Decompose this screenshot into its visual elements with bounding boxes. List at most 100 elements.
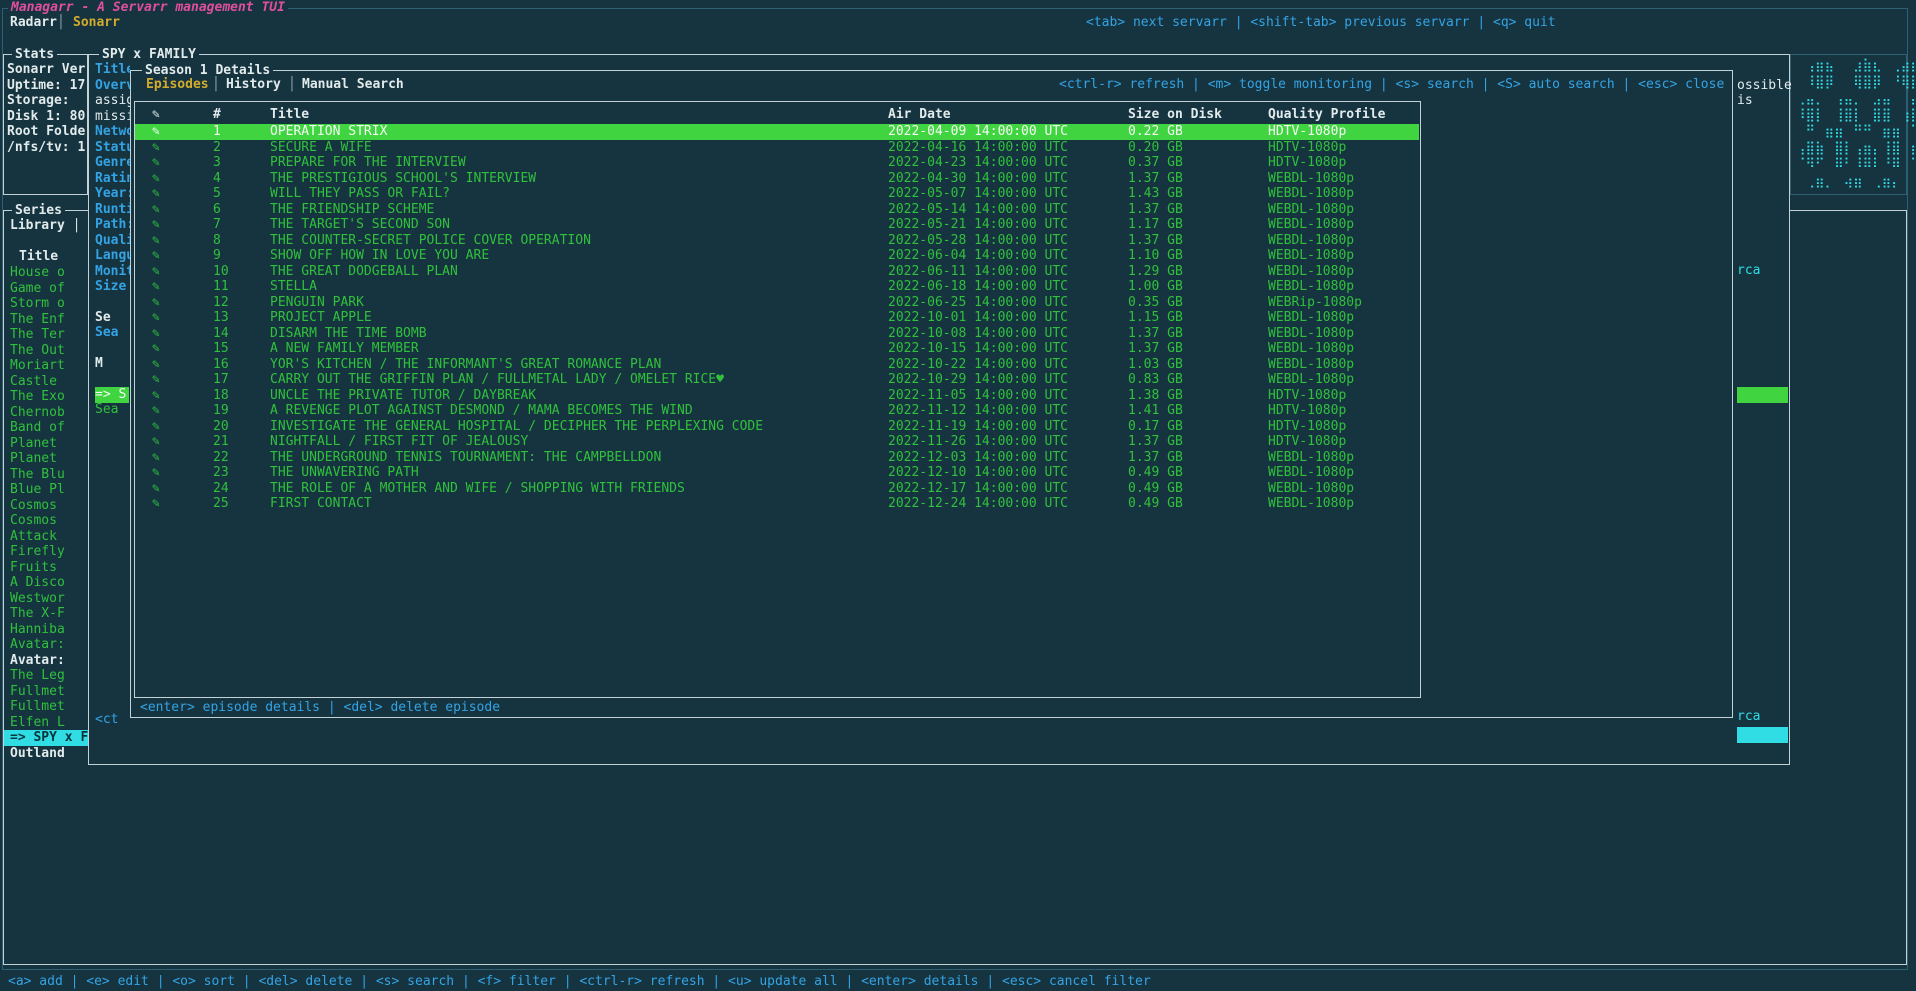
- stat-line: Storage:: [7, 93, 86, 109]
- episode-row[interactable]: ✎ 4 THE PRESTIGIOUS SCHOOL'S INTERVIEW 2…: [135, 171, 1419, 187]
- field-value-fragment-low: rca: [1737, 709, 1760, 725]
- episode-title: UNCLE THE PRIVATE TUTOR / DAYBREAK: [270, 388, 536, 404]
- episode-row[interactable]: ✎ 20 INVESTIGATE THE GENERAL HOSPITAL / …: [135, 419, 1419, 435]
- series-list-item[interactable]: Band of: [4, 420, 88, 436]
- episode-row[interactable]: ✎ 14 DISARM THE TIME BOMB 2022-10-08 14:…: [135, 326, 1419, 342]
- overview-text-fragment-1: ossible: [1737, 78, 1792, 94]
- episode-row[interactable]: ✎ 15 A NEW FAMILY MEMBER 2022-10-15 14:0…: [135, 341, 1419, 357]
- episode-row[interactable]: ✎ 6 THE FRIENDSHIP SCHEME 2022-05-14 14:…: [135, 202, 1419, 218]
- series-list-item[interactable]: Planet: [4, 451, 88, 467]
- series-list-item[interactable]: Fruits: [4, 560, 88, 576]
- episode-row[interactable]: ✎ 19 A REVENGE PLOT AGAINST DESMOND / MA…: [135, 403, 1419, 419]
- series-list-item[interactable]: Game of: [4, 281, 88, 297]
- episode-row[interactable]: ✎ 21 NIGHTFALL / FIRST FIT OF JEALOUSY 2…: [135, 434, 1419, 450]
- episode-row[interactable]: ✎ 11 STELLA 2022-06-18 14:00:00 UTC 1.00…: [135, 279, 1419, 295]
- episode-row[interactable]: ✎ 1 OPERATION STRIX 2022-04-09 14:00:00 …: [135, 124, 1419, 140]
- episode-row[interactable]: ✎ 7 THE TARGET'S SECOND SON 2022-05-21 1…: [135, 217, 1419, 233]
- episode-row[interactable]: ✎ 18 UNCLE THE PRIVATE TUTOR / DAYBREAK …: [135, 388, 1419, 404]
- series-list-item[interactable]: Firefly: [4, 544, 88, 560]
- episode-quality: HDTV-1080p: [1268, 155, 1346, 171]
- episode-title: PREPARE FOR THE INTERVIEW: [270, 155, 466, 171]
- series-list-item[interactable]: Avatar:: [4, 637, 88, 653]
- overview-text-fragment-2: is: [1737, 93, 1753, 109]
- episode-size: 1.03 GB: [1128, 357, 1183, 373]
- episode-number: 18: [213, 388, 229, 404]
- series-list-item[interactable]: Storm o: [4, 296, 88, 312]
- series-list-item[interactable]: The Enf: [4, 312, 88, 328]
- series-list-item[interactable]: Outland: [4, 746, 88, 762]
- series-list-item[interactable]: Blue Pl: [4, 482, 88, 498]
- episode-row[interactable]: ✎ 9 SHOW OFF HOW IN LOVE YOU ARE 2022-06…: [135, 248, 1419, 264]
- series-list-item[interactable]: Cosmos: [4, 513, 88, 529]
- episode-row[interactable]: ✎ 25 FIRST CONTACT 2022-12-24 14:00:00 U…: [135, 496, 1419, 512]
- episode-row[interactable]: ✎ 24 THE ROLE OF A MOTHER AND WIFE / SHO…: [135, 481, 1419, 497]
- episode-row[interactable]: ✎ 3 PREPARE FOR THE INTERVIEW 2022-04-23…: [135, 155, 1419, 171]
- pencil-icon: ✎: [152, 107, 160, 123]
- episode-number: 21: [213, 434, 229, 450]
- season-row-fragment[interactable]: Sea: [95, 402, 118, 418]
- episode-number: 25: [213, 496, 229, 512]
- series-details-title: SPY x FAMILY: [99, 47, 199, 63]
- tab-separator-2: │: [288, 77, 296, 93]
- column-size-on-disk: Size on Disk: [1128, 107, 1222, 123]
- series-field-label: Year:: [95, 186, 130, 202]
- series-field-label: Path:: [95, 217, 130, 233]
- series-list-item[interactable]: Planet: [4, 436, 88, 452]
- series-list-item[interactable]: The X-F: [4, 606, 88, 622]
- app-title: Managarr - A Servarr management TUI: [8, 0, 288, 16]
- episode-quality: WEBDL-1080p: [1268, 186, 1354, 202]
- series-list-item[interactable]: Attack: [4, 529, 88, 545]
- stat-line: Root Folde: [7, 124, 86, 140]
- tab-manual-search[interactable]: Manual Search: [302, 77, 404, 93]
- episode-row[interactable]: ✎ 10 THE GREAT DODGEBALL PLAN 2022-06-11…: [135, 264, 1419, 280]
- selected-season-row-fragment[interactable]: => S: [95, 387, 129, 403]
- episode-row[interactable]: ✎ 13 PROJECT APPLE 2022-10-01 14:00:00 U…: [135, 310, 1419, 326]
- series-list-item[interactable]: Cosmos: [4, 498, 88, 514]
- series-list-item[interactable]: A Disco: [4, 575, 88, 591]
- episode-row[interactable]: ✎ 2 SECURE A WIFE 2022-04-16 14:00:00 UT…: [135, 140, 1419, 156]
- series-list-item[interactable]: Fullmet: [4, 684, 88, 700]
- series-list-item[interactable]: Chernob: [4, 405, 88, 421]
- pencil-icon: ✎: [152, 140, 160, 156]
- pencil-icon: ✎: [152, 388, 160, 404]
- series-list-item[interactable]: The Blu: [4, 467, 88, 483]
- series-list: House o Game of Storm o The Enf The Ter …: [4, 265, 88, 761]
- episode-row[interactable]: ✎ 17 CARRY OUT THE GRIFFIN PLAN / FULLME…: [135, 372, 1419, 388]
- episode-air-date: 2022-10-01 14:00:00 UTC: [888, 310, 1068, 326]
- series-list-item[interactable]: The Exo: [4, 389, 88, 405]
- episode-number: 9: [213, 248, 221, 264]
- series-list-item[interactable]: Fullmet: [4, 699, 88, 715]
- series-list-item[interactable]: Elfen L: [4, 715, 88, 731]
- library-tab[interactable]: Library │: [10, 218, 80, 234]
- series-list-item[interactable]: => SPY x F: [4, 730, 88, 746]
- tab-radarr[interactable]: Radarr: [10, 15, 57, 31]
- series-list-item[interactable]: Hanniba: [4, 622, 88, 638]
- tab-episodes[interactable]: Episodes: [146, 77, 209, 93]
- series-list-item[interactable]: The Ter: [4, 327, 88, 343]
- episode-row[interactable]: ✎ 16 YOR'S KITCHEN / THE INFORMANT'S GRE…: [135, 357, 1419, 373]
- tab-history[interactable]: History: [226, 77, 281, 93]
- episode-air-date: 2022-05-21 14:00:00 UTC: [888, 217, 1068, 233]
- episode-row[interactable]: ✎ 22 THE UNDERGROUND TENNIS TOURNAMENT: …: [135, 450, 1419, 466]
- episode-quality: HDTV-1080p: [1268, 403, 1346, 419]
- episodes-table-rows: ✎ 1 OPERATION STRIX 2022-04-09 14:00:00 …: [135, 124, 1419, 512]
- series-list-item[interactable]: Castle: [4, 374, 88, 390]
- episode-row[interactable]: ✎ 12 PENGUIN PARK 2022-06-25 14:00:00 UT…: [135, 295, 1419, 311]
- seasons-section-title-fragment: Se: [95, 310, 111, 326]
- tab-separator-1: │: [212, 77, 220, 93]
- episode-number: 10: [213, 264, 229, 280]
- series-list-item[interactable]: Moriart: [4, 358, 88, 374]
- episode-row[interactable]: ✎ 8 THE COUNTER-SECRET POLICE COVER OPER…: [135, 233, 1419, 249]
- series-list-item[interactable]: Westwor: [4, 591, 88, 607]
- tab-sonarr[interactable]: Sonarr: [73, 15, 120, 31]
- pencil-icon: ✎: [152, 233, 160, 249]
- series-list-item[interactable]: House o: [4, 265, 88, 281]
- episode-row[interactable]: ✎ 23 THE UNWAVERING PATH 2022-12-10 14:0…: [135, 465, 1419, 481]
- stats-panel-title: Stats: [12, 47, 57, 63]
- episode-row[interactable]: ✎ 5 WILL THEY PASS OR FAIL? 2022-05-07 1…: [135, 186, 1419, 202]
- episode-number: 3: [213, 155, 221, 171]
- series-list-item[interactable]: The Leg: [4, 668, 88, 684]
- series-list-item[interactable]: The Out: [4, 343, 88, 359]
- logo-art-line: ⠀⢠⣶⣦⠀⠀⣰⣷⣆⠀⢀⣴⣦⡀: [1796, 58, 1916, 75]
- series-list-item[interactable]: Avatar:: [4, 653, 88, 669]
